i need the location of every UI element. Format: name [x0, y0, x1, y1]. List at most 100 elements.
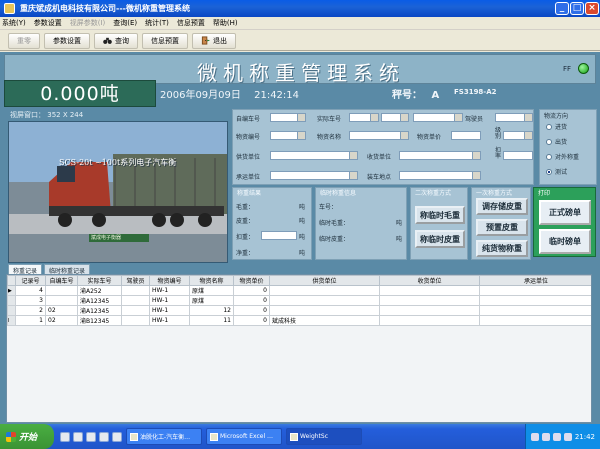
quick-launch-icon[interactable] — [86, 431, 96, 442]
temp-info-panel: 临时称重信息 车号： 临时毛重： 吨 临时皮重： 吨 — [315, 187, 407, 260]
params-button[interactable]: 参数设置 — [44, 32, 90, 49]
row-header-corner — [7, 275, 16, 286]
tray-icon[interactable] — [563, 432, 572, 441]
table-row[interactable]: 3 渝A12345 HW-1 原煤 0 — [7, 295, 591, 306]
start-label: 开始 — [19, 433, 38, 443]
system-tray: 21:42 — [524, 424, 600, 449]
quick-launch-icon[interactable] — [112, 431, 122, 442]
tab-temp-records[interactable]: 临时称重记录 — [44, 264, 91, 275]
preset-tare-button[interactable]: 预置皮重 — [476, 219, 528, 236]
carrier-select[interactable] — [270, 171, 358, 180]
records-tabs: 称重记录 临时称重记录 — [8, 264, 91, 275]
quick-launch-icon[interactable] — [73, 431, 83, 442]
id-no-select[interactable] — [270, 113, 306, 122]
goods-unit-input[interactable] — [451, 131, 481, 140]
menu-preset[interactable]: 信息预置 — [177, 18, 205, 28]
temp-tare-button[interactable]: 称临时皮重 — [415, 230, 465, 248]
scale-number-label: 秤号： — [392, 90, 422, 101]
menu-system[interactable]: 系统(Y) — [2, 18, 26, 28]
plate-number-select[interactable] — [381, 113, 409, 122]
col-receiver[interactable]: 收货单位 — [379, 275, 480, 286]
table-row[interactable]: I 1 02 渝B12345 HW-1 11 0 斌成科技 — [7, 315, 591, 326]
tab-weigh-records[interactable]: 称重记录 — [8, 264, 43, 275]
exit-button[interactable]: 退出 — [192, 32, 236, 49]
query-button[interactable]: 查询 — [94, 32, 138, 49]
temp-gross-button[interactable]: 称临时毛重 — [415, 206, 465, 224]
records-table[interactable]: 记录号 自编车号 实际车号 驾驶员 物资编号 物资名称 物资单价 供货单位 收货… — [6, 274, 592, 423]
direction-in-radio[interactable]: 进货 — [546, 122, 567, 131]
menu-stats[interactable]: 统计(T) — [145, 18, 169, 28]
col-goods-name[interactable]: 物资名称 — [189, 275, 234, 286]
taskbar-item-label: WeightSc — [300, 433, 329, 440]
taskbar-item[interactable]: Microsoft Excel … — [206, 428, 282, 445]
menu-help[interactable]: 帮助(H) — [213, 18, 238, 28]
temp-plate-label: 车号： — [319, 204, 338, 211]
taskbar-item[interactable]: 油脱化工-汽车衡… — [126, 428, 202, 445]
goods-name-select[interactable] — [349, 131, 409, 140]
cell: 原煤 — [189, 285, 234, 296]
cell: 0 — [233, 315, 270, 326]
label-goods-no: 物资编号 — [236, 134, 261, 141]
cell — [479, 285, 591, 296]
close-button[interactable]: × — [585, 2, 599, 15]
formal-ticket-button[interactable]: 正式磅单 — [539, 200, 591, 225]
cell: 渝A12345 — [77, 295, 122, 306]
col-weigher[interactable]: 驾驶员 — [121, 275, 150, 286]
plate-extra-select[interactable] — [413, 113, 463, 122]
clock[interactable]: 21:42 — [575, 433, 595, 441]
label-weigher: 驾驶员 — [465, 116, 484, 123]
print-panel: 打印 正式磅单 临时磅单 — [533, 187, 596, 257]
tray-icon[interactable] — [541, 432, 550, 441]
preset-button[interactable]: 信息预置 — [142, 32, 188, 49]
col-plate[interactable]: 实际车号 — [77, 275, 122, 286]
goods-no-select[interactable] — [270, 131, 306, 140]
minimize-button[interactable]: _ — [555, 2, 569, 15]
cell — [479, 305, 591, 316]
col-supplier[interactable]: 供货单位 — [269, 275, 380, 286]
video-size-text: 352 X 244 — [47, 111, 84, 119]
cell: 12 — [189, 305, 234, 316]
direction-test-radio[interactable]: 测试 — [546, 167, 567, 176]
taskbar-item[interactable]: WeightSc — [286, 428, 362, 445]
col-goods-unit[interactable]: 物资单价 — [233, 275, 270, 286]
col-id-no[interactable]: 自编车号 — [45, 275, 78, 286]
temp-ticket-button[interactable]: 临时磅单 — [539, 229, 591, 254]
supplier-select[interactable] — [270, 151, 358, 160]
table-row[interactable]: 2 02 渝A12345 HW-1 12 0 — [7, 305, 591, 316]
location-select[interactable] — [399, 171, 481, 180]
weigher-select[interactable] — [495, 113, 533, 122]
col-record-no[interactable]: 记录号 — [15, 275, 46, 286]
grade-select[interactable] — [503, 131, 533, 140]
deduct-weight-unit: 吨 — [299, 234, 306, 241]
deduct-input[interactable] — [503, 151, 533, 160]
direction-external-radio[interactable]: 对外称重 — [546, 152, 579, 161]
cell — [269, 285, 380, 296]
menu-query[interactable]: 查询(E) — [113, 18, 137, 28]
col-goods-no[interactable]: 物资编号 — [149, 275, 190, 286]
menu-params[interactable]: 参数设置 — [34, 18, 62, 28]
table-row[interactable]: ▶ 4 渝A252 HW-1 原煤 0 — [7, 285, 591, 296]
goods-only-button[interactable]: 纯货物称重 — [476, 240, 528, 257]
tray-icon[interactable] — [552, 432, 561, 441]
stored-tare-button[interactable]: 调存储皮重 — [476, 198, 528, 215]
label-location: 装车地点 — [367, 174, 392, 181]
quick-launch-icon[interactable] — [60, 431, 70, 442]
tray-icon[interactable] — [530, 432, 539, 441]
cell: 02 — [45, 305, 78, 316]
maximize-button[interactable]: □ — [570, 2, 584, 15]
temp-tare-unit: 吨 — [396, 236, 403, 243]
tare-label: 皮重： — [236, 218, 255, 225]
start-button[interactable]: 开始 — [0, 424, 54, 449]
plate-province-select[interactable] — [349, 113, 379, 122]
quick-launch-icon[interactable] — [99, 431, 109, 442]
tare-unit: 吨 — [299, 218, 306, 225]
cell — [479, 295, 591, 306]
receiver-select[interactable] — [399, 151, 481, 160]
col-carrier[interactable]: 承运单位 — [479, 275, 591, 286]
deduct-weight-input[interactable] — [261, 231, 297, 240]
menu-bar: 系统(Y) 参数设置 视屏参数(I) 查询(E) 统计(T) 信息预置 帮助(H… — [0, 17, 600, 30]
cell — [121, 285, 150, 296]
cell — [45, 295, 78, 306]
direction-out-radio[interactable]: 出货 — [546, 137, 567, 146]
window-titlebar[interactable]: 重庆斌成机电科技有限公司---微机称重管理系统 _ □ × — [0, 0, 600, 17]
